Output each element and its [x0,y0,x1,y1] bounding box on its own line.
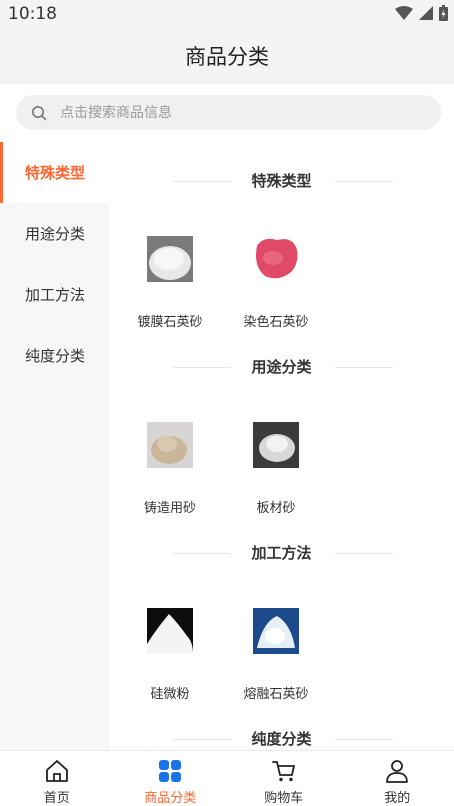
section-title: 用途分类 [251,358,312,376]
status-icons [395,5,448,21]
product-item-foundry-sand[interactable]: 铸造用砂 [120,422,220,516]
sidebar-item-purity[interactable]: 纯度分类 [0,325,109,386]
product-item-silica-powder[interactable]: 硅微粉 [120,608,220,702]
sidebar-item-label: 特殊类型 [25,164,86,182]
search-box[interactable] [16,95,441,130]
section-processing: 加工方法 硅微粉 熔融石英砂 [109,514,454,702]
tab-home[interactable]: 首页 [0,751,114,806]
section-purity: 纯度分类 [109,700,454,750]
product-image [253,422,299,468]
bottom-tab-bar: 首页 商品分类 购物车 我的 [0,750,454,806]
divider [335,739,393,740]
product-item-board-sand[interactable]: 板材砂 [226,422,326,516]
wifi-icon [395,6,413,20]
tab-label: 购物车 [264,791,304,806]
divider [335,553,393,554]
product-image [253,236,299,282]
section-header: 纯度分类 [109,728,454,750]
search-input[interactable] [60,104,400,121]
section-header: 加工方法 [109,542,454,564]
product-image [147,422,193,468]
section-title: 特殊类型 [251,172,312,190]
status-time: 10:18 [8,4,57,24]
search-bar [0,84,454,142]
signal-icon [419,6,433,20]
category-icon [159,760,182,782]
sidebar-item-usage[interactable]: 用途分类 [0,203,109,264]
product-item-dyed-quartz-sand[interactable]: 染色石英砂 [226,236,326,330]
page-header: 商品分类 [0,28,454,84]
tab-categories[interactable]: 商品分类 [114,751,228,806]
home-icon [45,760,68,782]
page-title: 商品分类 [185,45,269,69]
cart-icon [271,761,295,782]
sidebar-item-processing[interactable]: 加工方法 [0,264,109,325]
tab-profile[interactable]: 我的 [341,751,454,806]
sidebar-item-label: 加工方法 [25,286,86,304]
divider [335,181,393,182]
sidebar-item-label: 用途分类 [25,225,86,243]
product-item-coated-quartz-sand[interactable]: 镀膜石英砂 [120,236,220,330]
tab-cart[interactable]: 购物车 [227,751,341,806]
sidebar-item-label: 纯度分类 [25,347,86,365]
product-image [147,608,193,654]
section-special-type: 特殊类型 镀膜石英砂 染色石英砂 [109,142,454,330]
sidebar-item-special-type[interactable]: 特殊类型 [0,142,109,203]
product-item-fused-quartz-sand[interactable]: 熔融石英砂 [226,608,326,702]
product-image [253,608,299,654]
tab-label: 首页 [43,791,70,806]
category-sidebar: 特殊类型 用途分类 加工方法 纯度分类 [0,142,109,750]
tab-label: 商品分类 [144,791,197,806]
section-title: 纯度分类 [251,730,312,748]
section-header: 特殊类型 [109,170,454,192]
section-usage: 用途分类 铸造用砂 板材砂 [109,328,454,516]
status-bar: 10:18 [0,0,454,28]
tab-label: 我的 [384,791,411,806]
user-icon [386,760,409,783]
section-header: 用途分类 [109,356,454,378]
product-image [147,236,193,282]
section-title: 加工方法 [251,544,312,562]
divider [335,367,393,368]
battery-icon [439,5,448,21]
category-content: 特殊类型 镀膜石英砂 染色石英砂 用途分类 铸造用砂 板材砂 加工方法 硅微粉 … [109,142,454,750]
search-icon [30,104,48,122]
